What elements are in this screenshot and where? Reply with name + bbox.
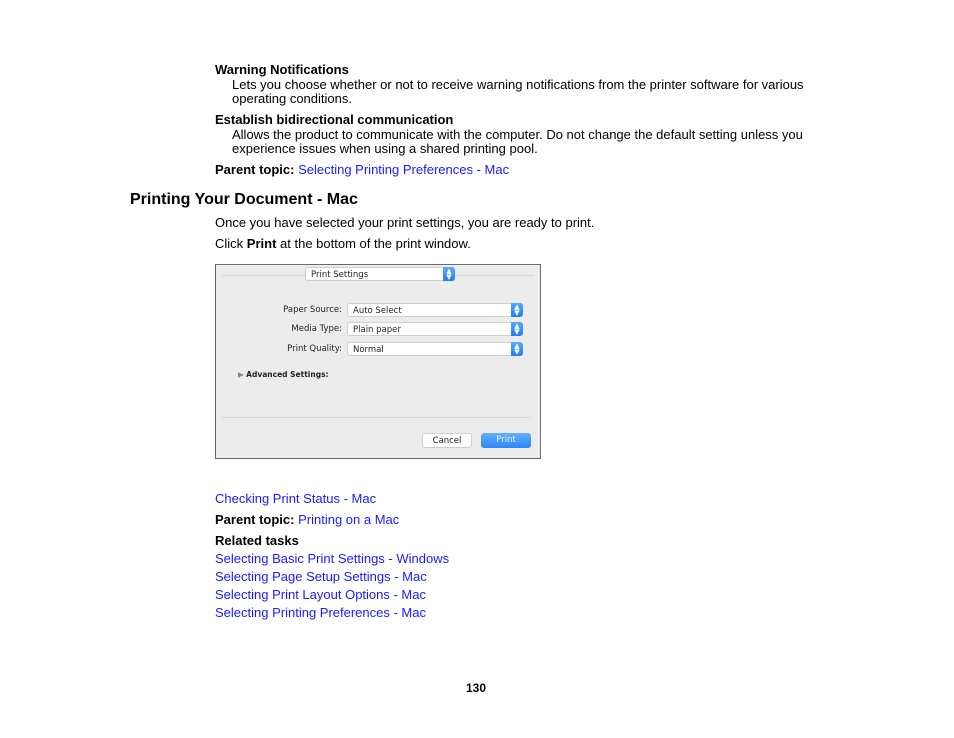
definition-text: Lets you choose whether or not to receiv…: [232, 77, 804, 92]
stepper-icon: ▲ ▼: [511, 342, 523, 356]
print-quality-value: Normal: [353, 345, 384, 355]
section-step: Click Print at the bottom of the print w…: [215, 236, 471, 251]
definition-text: Allows the product to communicate with t…: [232, 127, 803, 142]
definition-text: experience issues when using a shared pr…: [232, 141, 538, 156]
print-dialog-screenshot: Print Settings ▲ ▼ Paper Source: Auto Sel…: [215, 264, 541, 459]
step-text: at the bottom of the print window.: [276, 236, 471, 251]
cancel-button[interactable]: Cancel: [422, 433, 472, 448]
media-type-value: Plain paper: [353, 325, 401, 335]
section-intro: Once you have selected your print settin…: [215, 215, 595, 230]
page-number: 130: [466, 681, 487, 695]
paper-source-value: Auto Select: [353, 306, 402, 316]
related-task-link[interactable]: Selecting Page Setup Settings - Mac: [215, 569, 427, 584]
definition-text: operating conditions.: [232, 91, 352, 106]
definition-term: Establish bidirectional communication: [215, 112, 454, 127]
step-text: Click: [215, 236, 247, 251]
pane-select-value: Print Settings: [311, 270, 369, 280]
stepper-icon: ▲ ▼: [443, 267, 455, 281]
parent-topic: Parent topic: Printing on a Mac: [215, 512, 399, 527]
checking-print-status-link[interactable]: Checking Print Status - Mac: [215, 491, 376, 506]
media-type-label: Media Type:: [291, 324, 342, 334]
parent-topic-label: Parent topic:: [215, 162, 295, 177]
media-type-select[interactable]: Plain paper ▲ ▼: [347, 322, 523, 336]
paper-source-select[interactable]: Auto Select ▲ ▼: [347, 303, 523, 317]
step-bold: Print: [246, 236, 277, 251]
related-task-link[interactable]: Selecting Printing Preferences - Mac: [215, 605, 426, 620]
advanced-settings-disclosure[interactable]: ▶ Advanced Settings:: [238, 370, 329, 379]
parent-topic-label: Parent topic:: [215, 512, 295, 527]
related-task-link[interactable]: Selecting Print Layout Options - Mac: [215, 587, 426, 602]
divider: [222, 417, 531, 418]
parent-topic: Parent topic: Selecting Printing Prefere…: [215, 162, 509, 177]
print-quality-select[interactable]: Normal ▲ ▼: [347, 342, 523, 356]
section-title: Printing Your Document - Mac: [130, 191, 358, 208]
print-quality-label: Print Quality:: [287, 344, 342, 354]
disclosure-triangle-icon: ▶: [238, 370, 244, 379]
paper-source-label: Paper Source:: [283, 305, 342, 315]
divider: [222, 275, 312, 276]
related-tasks-heading: Related tasks: [215, 533, 299, 548]
related-task-link[interactable]: Selecting Basic Print Settings - Windows: [215, 551, 449, 566]
stepper-icon: ▲ ▼: [511, 303, 523, 317]
advanced-settings-label: Advanced Settings:: [246, 370, 329, 379]
print-button[interactable]: Print: [481, 433, 531, 448]
pane-select[interactable]: Print Settings ▲ ▼: [305, 267, 455, 281]
parent-topic-link[interactable]: Printing on a Mac: [298, 512, 399, 527]
stepper-icon: ▲ ▼: [511, 322, 523, 336]
divider: [456, 275, 534, 276]
definition-term: Warning Notifications: [215, 62, 349, 77]
parent-topic-link[interactable]: Selecting Printing Preferences - Mac: [298, 162, 509, 177]
